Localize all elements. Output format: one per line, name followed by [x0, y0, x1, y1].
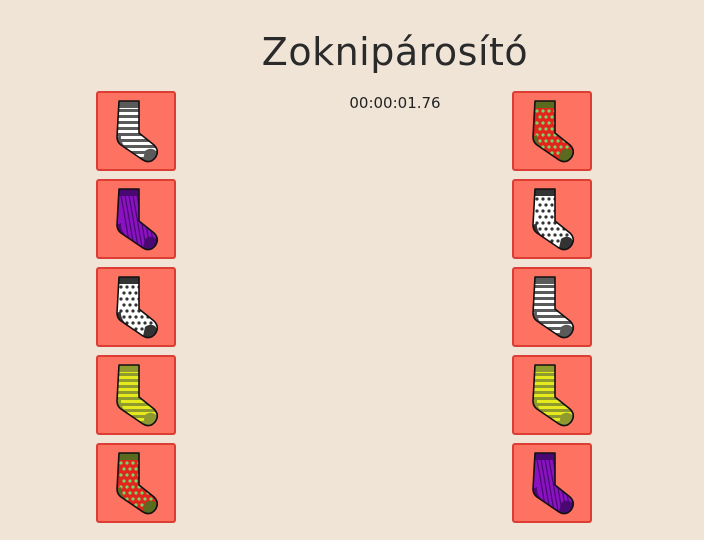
yellow-striped-sock-icon [521, 359, 583, 431]
red-green-dotted-sock-icon [521, 95, 583, 167]
left-sock-card-2[interactable] [96, 179, 176, 259]
elapsed-timer: 00:00:01.76 [349, 94, 441, 112]
white-polka-dot-sock-icon [521, 183, 583, 255]
left-sock-card-5[interactable] [96, 443, 176, 523]
right-sock-card-5[interactable] [512, 443, 592, 523]
game-title: Zoknipárosító [261, 30, 529, 74]
left-sock-card-1[interactable] [96, 91, 176, 171]
white-polka-dot-sock-icon [105, 271, 167, 343]
right-sock-card-3[interactable] [512, 267, 592, 347]
left-sock-card-4[interactable] [96, 355, 176, 435]
right-sock-card-2[interactable] [512, 179, 592, 259]
white-gray-striped-sock-icon [521, 271, 583, 343]
yellow-striped-sock-icon [105, 359, 167, 431]
purple-ribbed-sock-icon [521, 447, 583, 519]
right-sock-card-1[interactable] [512, 91, 592, 171]
purple-ribbed-sock-icon [105, 183, 167, 255]
red-green-dotted-sock-icon [105, 447, 167, 519]
left-sock-card-3[interactable] [96, 267, 176, 347]
right-sock-card-4[interactable] [512, 355, 592, 435]
left-sock-column [96, 91, 176, 531]
right-sock-column [512, 91, 592, 531]
white-gray-striped-sock-icon [105, 95, 167, 167]
